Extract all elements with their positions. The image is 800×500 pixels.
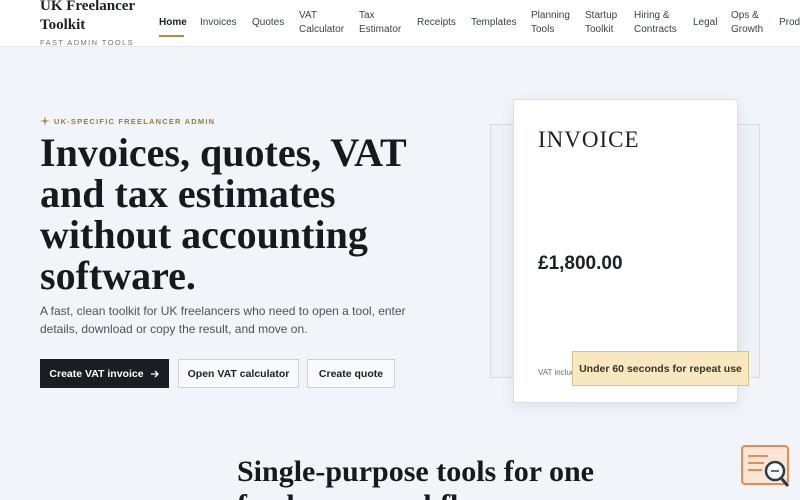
nav-receipts[interactable]: Receipts — [417, 16, 456, 30]
invoice-amount: £1,800.00 — [538, 253, 623, 274]
nav-templates[interactable]: Templates — [471, 16, 517, 30]
nav-active-indicator — [159, 35, 184, 37]
nav-ops-growth[interactable]: Ops & Growth — [731, 9, 771, 37]
hero-eyebrow: UK-SPECIFIC FREELANCER ADMIN — [40, 116, 215, 126]
create-quote-label: Create quote — [318, 367, 384, 380]
nav-prod[interactable]: Prod — [779, 16, 800, 30]
brand-name: UK Freelancer Toolkit — [40, 0, 135, 33]
nav-legal[interactable]: Legal — [693, 16, 717, 30]
brand-tagline: FAST ADMIN TOOLS — [40, 38, 135, 47]
nav-invoices[interactable]: Invoices — [200, 16, 237, 30]
sparkle-icon — [40, 116, 50, 126]
create-quote-button[interactable]: Create quote — [307, 359, 395, 388]
create-vat-invoice-button[interactable]: Create VAT invoice — [40, 359, 169, 388]
open-vat-calculator-button[interactable]: Open VAT calculator — [178, 359, 299, 388]
site-header: UK Freelancer Toolkit FAST ADMIN TOOLS H… — [0, 0, 800, 47]
nav-quotes[interactable]: Quotes — [252, 16, 284, 30]
nav-startup-toolkit[interactable]: Startup Toolkit — [585, 9, 629, 37]
arrow-right-icon — [150, 370, 159, 377]
nav-tax-estimator[interactable]: Tax Estimator — [359, 9, 405, 37]
nav-hiring-contracts[interactable]: Hiring & Contracts — [634, 9, 682, 37]
open-vat-calculator-label: Open VAT calculator — [187, 367, 290, 380]
nav-vat-calculator[interactable]: VAT Calculator — [299, 9, 347, 37]
hero-subtitle: A fast, clean toolkit for UK freelancers… — [40, 304, 406, 336]
section-title: Single-purpose tools for one freelancer … — [237, 455, 594, 500]
create-vat-invoice-label: Create VAT invoice — [49, 367, 144, 380]
invoice-title: INVOICE — [538, 127, 640, 152]
brand[interactable]: UK Freelancer Toolkit FAST ADMIN TOOLS — [40, 0, 150, 47]
nav-planning-tools[interactable]: Planning Tools — [531, 9, 577, 37]
eyebrow-text: UK-SPECIFIC FREELANCER ADMIN — [54, 116, 216, 126]
nav-home[interactable]: Home — [159, 16, 187, 30]
help-widget[interactable] — [740, 444, 792, 490]
hero-title: Invoices, quotes, VAT and tax estimates … — [40, 130, 407, 298]
speed-badge: Under 60 seconds for repeat use — [572, 351, 749, 386]
search-document-icon — [741, 445, 790, 487]
